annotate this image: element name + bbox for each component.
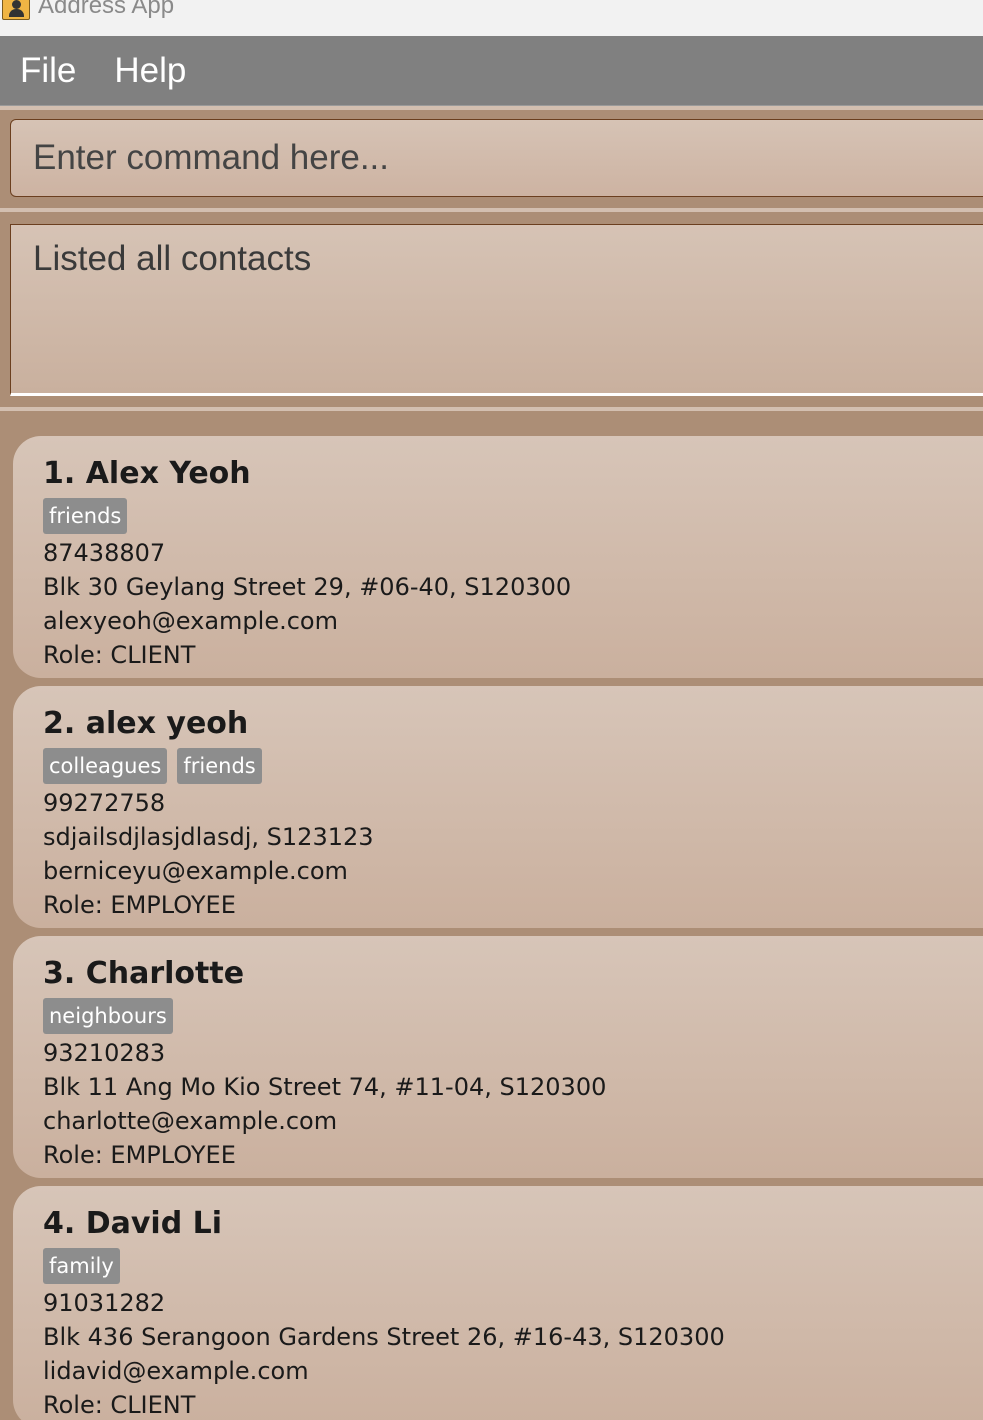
tag-list: family bbox=[43, 1248, 983, 1284]
contact-card[interactable]: 3. Charlotte neighbours 93210283 Blk 11 … bbox=[13, 936, 983, 1178]
contact-role: Role: CLIENT bbox=[43, 641, 196, 669]
tag: family bbox=[43, 1248, 120, 1284]
contact-address: Blk 436 Serangoon Gardens Street 26, #16… bbox=[43, 1323, 725, 1351]
contact-phone: 91031282 bbox=[43, 1289, 166, 1317]
menu-help[interactable]: Help bbox=[114, 51, 186, 91]
contact-address: Blk 11 Ang Mo Kio Street 74, #11-04, S12… bbox=[43, 1073, 607, 1101]
contact-name: 1. Alex Yeoh bbox=[43, 456, 251, 491]
window-title: Address App bbox=[38, 0, 175, 19]
contact-phone: 99272758 bbox=[43, 789, 166, 817]
tag: friends bbox=[177, 748, 262, 784]
contact-card[interactable]: 1. Alex Yeoh friends 87438807 Blk 30 Gey… bbox=[13, 436, 983, 678]
command-box-area bbox=[0, 110, 983, 208]
address-book-icon bbox=[2, 0, 30, 20]
contact-name: 3. Charlotte bbox=[43, 956, 245, 991]
tag: neighbours bbox=[43, 998, 173, 1034]
result-text: Listed all contacts bbox=[33, 239, 312, 278]
tag: colleagues bbox=[43, 748, 168, 784]
contact-address: Blk 30 Geylang Street 29, #06-40, S12030… bbox=[43, 573, 572, 601]
tag: friends bbox=[43, 498, 128, 534]
contact-name: 4. David Li bbox=[43, 1206, 223, 1241]
contact-card[interactable]: 4. David Li family 91031282 Blk 436 Sera… bbox=[13, 1186, 983, 1420]
contact-card[interactable]: 2. alex yeoh colleagues friends 99272758… bbox=[13, 686, 983, 928]
contact-email: lidavid@example.com bbox=[43, 1357, 309, 1385]
tag-list: friends bbox=[43, 498, 983, 534]
result-display[interactable]: Listed all contacts bbox=[10, 224, 983, 396]
tag-list: neighbours bbox=[43, 998, 983, 1034]
title-bar: Address App bbox=[0, 0, 983, 36]
tag-list: colleagues friends bbox=[43, 748, 983, 784]
command-input[interactable] bbox=[10, 119, 983, 197]
contact-name: 2. alex yeoh bbox=[43, 706, 249, 741]
contact-address: sdjailsdjlasjdlasdj, S123123 bbox=[43, 823, 374, 851]
contact-email: alexyeoh@example.com bbox=[43, 607, 338, 635]
contact-phone: 87438807 bbox=[43, 539, 166, 567]
contact-role: Role: EMPLOYEE bbox=[43, 891, 236, 919]
result-display-area: Listed all contacts bbox=[0, 212, 983, 407]
menu-file[interactable]: File bbox=[20, 51, 76, 91]
contact-role: Role: EMPLOYEE bbox=[43, 1141, 236, 1169]
contact-role: Role: CLIENT bbox=[43, 1391, 196, 1419]
contact-list: 1. Alex Yeoh friends 87438807 Blk 30 Gey… bbox=[0, 411, 983, 1420]
contact-email: charlotte@example.com bbox=[43, 1107, 338, 1135]
contact-email: berniceyu@example.com bbox=[43, 857, 348, 885]
contact-phone: 93210283 bbox=[43, 1039, 166, 1067]
menu-bar: File Help bbox=[0, 36, 983, 106]
